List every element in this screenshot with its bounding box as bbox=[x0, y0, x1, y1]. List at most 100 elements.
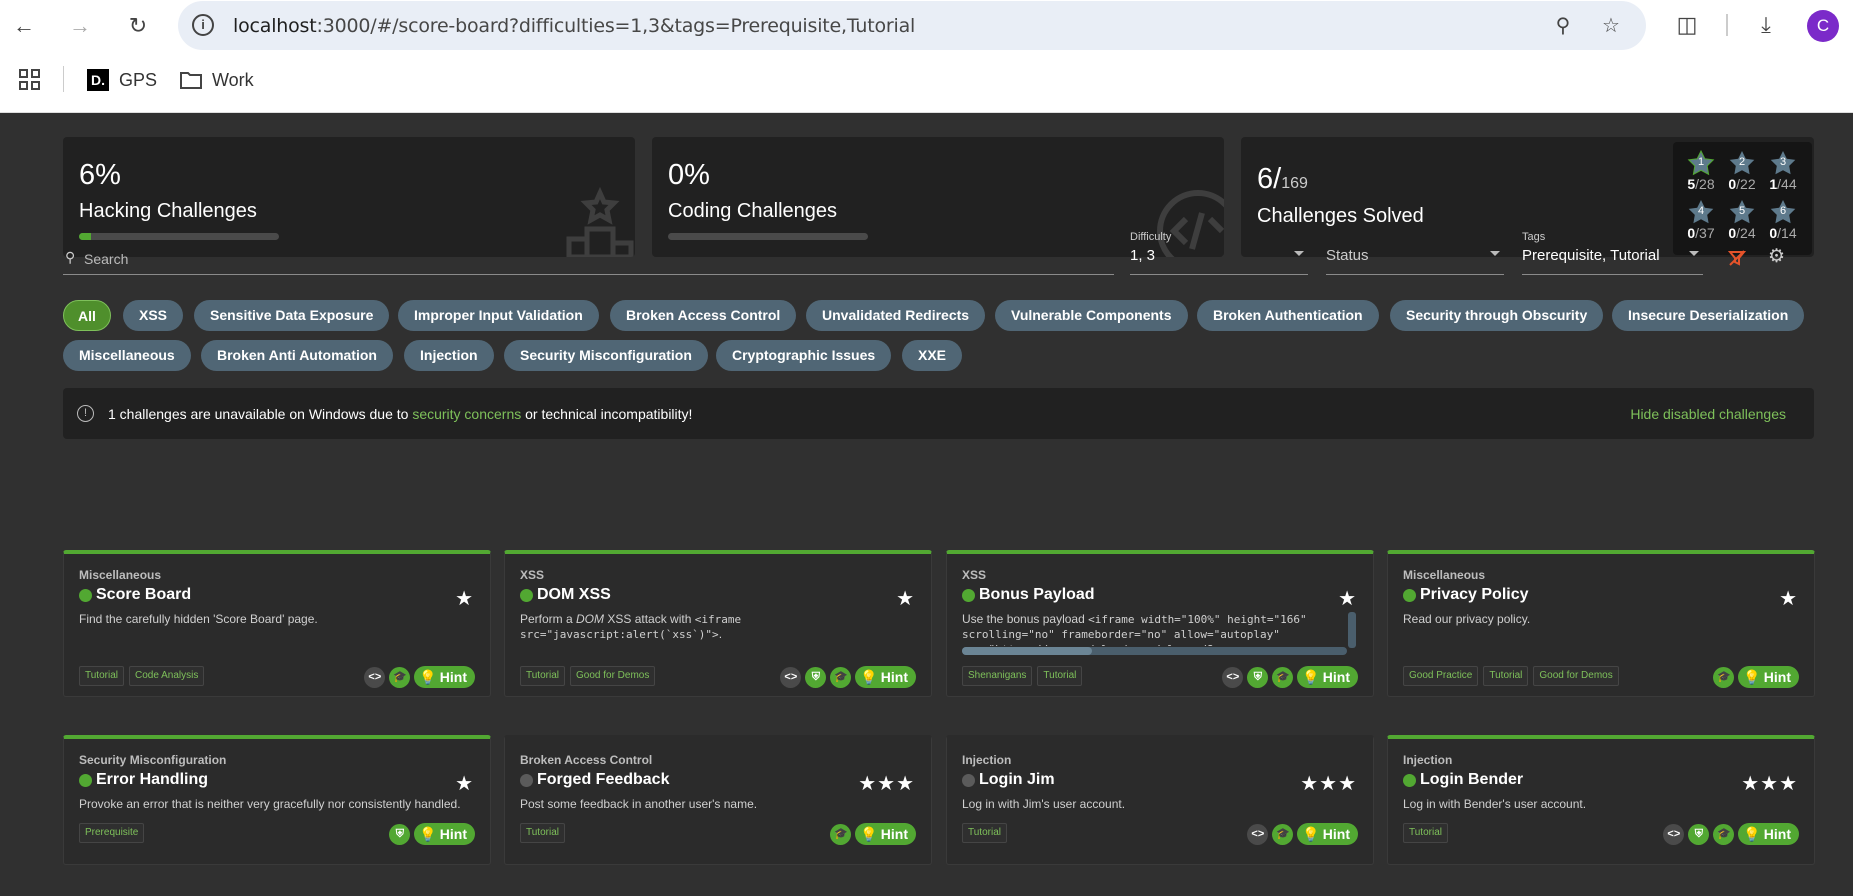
hint-button[interactable]: 💡 Hint bbox=[855, 823, 916, 845]
category-chip-broken-access-control[interactable]: Broken Access Control bbox=[610, 300, 797, 331]
back-icon[interactable]: ← bbox=[8, 10, 40, 42]
chevron-down-icon bbox=[1689, 251, 1699, 256]
tutorial-icon[interactable]: 🎓 bbox=[389, 666, 411, 688]
unsolved-status-icon bbox=[962, 773, 975, 787]
security-concerns-link[interactable]: security concerns bbox=[412, 406, 521, 422]
category-chip-broken-anti-automation[interactable]: Broken Anti Automation bbox=[201, 340, 393, 371]
category-chip-miscellaneous[interactable]: Miscellaneous bbox=[63, 340, 191, 371]
tutorial-icon[interactable]: 🎓 bbox=[1272, 666, 1294, 688]
category-chip-cryptographic-issues[interactable]: Cryptographic Issues bbox=[716, 340, 892, 371]
hint-button[interactable]: 💡 Hint bbox=[1738, 823, 1799, 845]
zoom-icon[interactable]: ⚲ bbox=[1550, 13, 1576, 39]
challenge-tag[interactable]: Code Analysis bbox=[128, 666, 205, 686]
category-chip-unvalidated-redirects[interactable]: Unvalidated Redirects bbox=[806, 300, 986, 331]
code-snippet-icon[interactable]: <> bbox=[780, 666, 802, 688]
solved-status-icon bbox=[1403, 588, 1416, 602]
challenge-tag[interactable]: Good for Demos bbox=[569, 666, 656, 686]
hint-button[interactable]: 💡 Hint bbox=[414, 666, 475, 688]
hide-disabled-button[interactable]: Hide disabled challenges bbox=[1630, 406, 1786, 422]
difficulty-3[interactable]: 3 1/44 bbox=[1761, 150, 1805, 192]
mitigation-shield-icon[interactable]: ⛨ bbox=[1247, 666, 1269, 688]
difficulty-select[interactable]: Difficulty 1, 3 bbox=[1130, 231, 1308, 275]
url-text[interactable]: localhost:3000/#/score-board?difficultie… bbox=[233, 15, 915, 37]
lightbulb-icon: 💡 bbox=[860, 669, 878, 685]
challenge-card-login-bender: Injection Login Bender ★★★ Log in with B… bbox=[1387, 735, 1815, 865]
warning-icon: ! bbox=[77, 405, 94, 422]
tutorial-icon[interactable]: 🎓 bbox=[830, 666, 852, 688]
category-chip-injection[interactable]: Injection bbox=[404, 340, 494, 371]
profile-avatar[interactable]: C bbox=[1807, 10, 1839, 42]
tags-select[interactable]: Tags Prerequisite, Tutorial bbox=[1522, 231, 1703, 275]
site-info-icon[interactable]: i bbox=[192, 14, 214, 36]
difficulty-2[interactable]: 2 0/22 bbox=[1720, 150, 1764, 192]
hint-button[interactable]: 💡 Hint bbox=[414, 823, 475, 845]
code-snippet-icon[interactable]: <> bbox=[1247, 823, 1269, 845]
status-select[interactable]: Status bbox=[1326, 231, 1504, 275]
clear-filters-icon[interactable] bbox=[1728, 249, 1746, 267]
code-snippet-icon[interactable]: <> bbox=[1663, 823, 1685, 845]
difficulty-6[interactable]: 6 0/14 bbox=[1761, 199, 1805, 241]
coding-percent: 0% bbox=[668, 159, 710, 191]
tutorial-icon[interactable]: 🎓 bbox=[1272, 823, 1294, 845]
challenge-category: XSS bbox=[520, 568, 545, 582]
category-chip-security-misconfiguration[interactable]: Security Misconfiguration bbox=[504, 340, 708, 371]
settings-icon[interactable]: ⚙ bbox=[1768, 245, 1785, 268]
mitigation-shield-icon[interactable]: ⛨ bbox=[1688, 823, 1710, 845]
category-chip-improper-input-validation[interactable]: Improper Input Validation bbox=[398, 300, 599, 331]
search-input[interactable]: ⚲ Search bbox=[63, 241, 1114, 275]
apps-icon[interactable] bbox=[18, 68, 42, 92]
reload-icon[interactable]: ↻ bbox=[122, 10, 154, 42]
coding-label: Coding Challenges bbox=[668, 200, 838, 222]
download-icon[interactable]: ⤓ bbox=[1752, 12, 1780, 40]
challenge-category: Security Misconfiguration bbox=[79, 753, 227, 767]
chevron-down-icon bbox=[1294, 251, 1304, 256]
lightbulb-icon: 💡 bbox=[1743, 669, 1761, 685]
challenge-tag[interactable]: Tutorial bbox=[520, 823, 565, 843]
challenge-tag[interactable]: Good Practice bbox=[1403, 666, 1479, 686]
category-chip-xss[interactable]: XSS bbox=[123, 300, 184, 331]
bookmark-gps[interactable]: D. GPS bbox=[87, 68, 157, 92]
hacking-stat-card: 6% Hacking Challenges bbox=[63, 137, 635, 257]
hint-button[interactable]: 💡 Hint bbox=[1297, 666, 1358, 688]
description-scrollbar[interactable] bbox=[1348, 612, 1356, 648]
bookmark-star-icon[interactable]: ☆ bbox=[1598, 13, 1624, 39]
extensions-icon[interactable]: ◫ bbox=[1673, 12, 1701, 40]
tutorial-icon[interactable]: 🎓 bbox=[1713, 666, 1735, 688]
category-chip-xxe[interactable]: XXE bbox=[902, 340, 963, 371]
category-chip-broken-authentication[interactable]: Broken Authentication bbox=[1197, 300, 1379, 331]
hint-button[interactable]: 💡 Hint bbox=[1297, 823, 1358, 845]
address-bar[interactable]: i localhost:3000/#/score-board?difficult… bbox=[178, 1, 1646, 50]
challenge-tag[interactable]: Tutorial bbox=[1037, 666, 1083, 686]
category-chip-vulnerable-components[interactable]: Vulnerable Components bbox=[995, 300, 1188, 331]
challenge-tag[interactable]: Tutorial bbox=[79, 666, 124, 686]
category-chip-insecure-deserialization[interactable]: Insecure Deserialization bbox=[1612, 300, 1805, 331]
description-hscrollbar[interactable] bbox=[962, 647, 1347, 655]
hint-button[interactable]: 💡 Hint bbox=[1738, 666, 1799, 688]
bookmark-work[interactable]: Work bbox=[180, 68, 254, 92]
code-snippet-icon[interactable]: <> bbox=[1222, 666, 1244, 688]
lightbulb-icon: 💡 bbox=[419, 826, 437, 842]
difficulty-5[interactable]: 5 0/24 bbox=[1720, 199, 1764, 241]
challenge-tag[interactable]: Good for Demos bbox=[1533, 666, 1619, 686]
challenge-tag[interactable]: Tutorial bbox=[1483, 666, 1529, 686]
mitigation-shield-icon[interactable]: ⛨ bbox=[389, 823, 411, 845]
category-chip-all[interactable]: All bbox=[63, 300, 111, 331]
challenge-tag[interactable]: Prerequisite bbox=[79, 823, 145, 843]
mitigation-shield-icon[interactable]: ⛨ bbox=[805, 666, 827, 688]
category-chip-sensitive-data-exposure[interactable]: Sensitive Data Exposure bbox=[194, 300, 390, 331]
challenge-tag[interactable]: Shenanigans bbox=[962, 666, 1033, 686]
challenge-tag[interactable]: Tutorial bbox=[1403, 823, 1448, 843]
tutorial-icon[interactable]: 🎓 bbox=[1713, 823, 1735, 845]
challenge-tag[interactable]: Tutorial bbox=[962, 823, 1007, 843]
challenge-category: Injection bbox=[1403, 753, 1453, 767]
difficulty-stars: ★ bbox=[896, 588, 915, 610]
code-snippet-icon[interactable]: <> bbox=[364, 666, 386, 688]
hint-button[interactable]: 💡 Hint bbox=[855, 666, 916, 688]
difficulty-1[interactable]: 1 5/28 bbox=[1679, 149, 1723, 192]
challenge-category: Injection bbox=[962, 753, 1012, 767]
forward-icon[interactable]: → bbox=[64, 10, 96, 42]
tutorial-icon[interactable]: 🎓 bbox=[830, 823, 852, 845]
category-chip-security-through-obscurity[interactable]: Security through Obscurity bbox=[1390, 300, 1604, 331]
bookmark-label: GPS bbox=[119, 69, 158, 90]
challenge-tag[interactable]: Tutorial bbox=[520, 666, 565, 686]
